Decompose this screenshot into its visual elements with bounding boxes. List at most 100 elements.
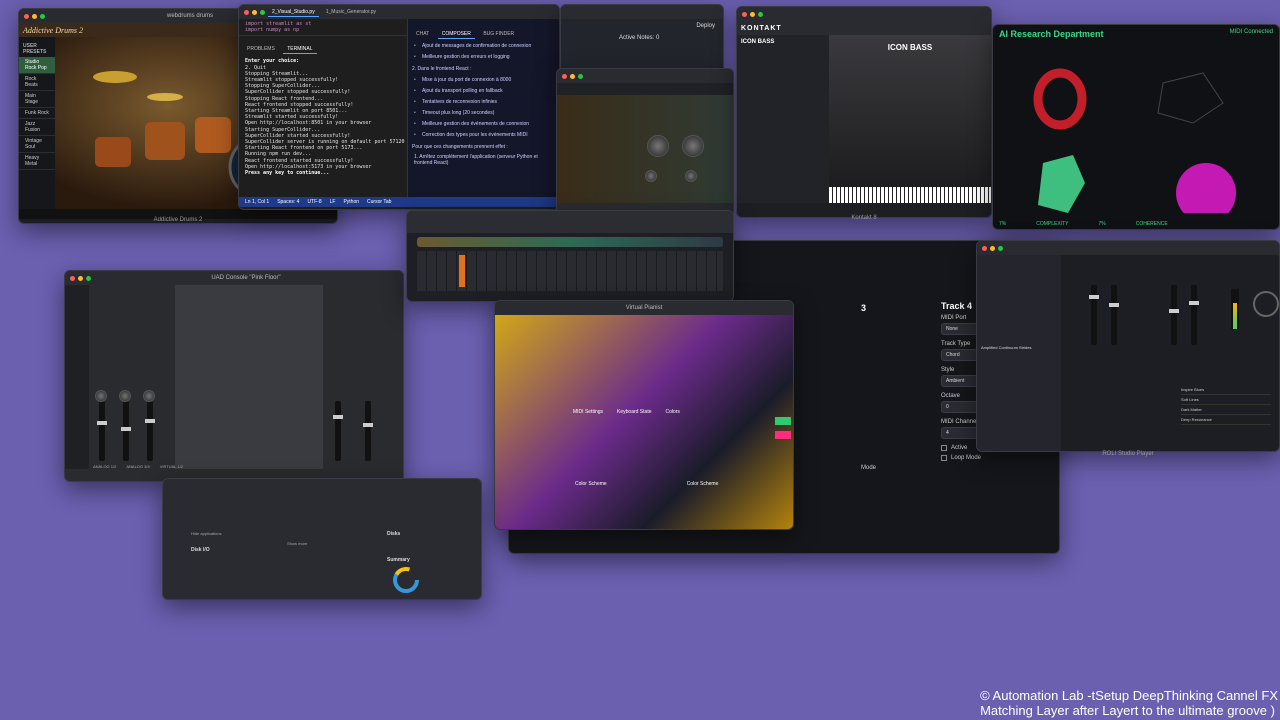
deploy-button[interactable]: Deploy: [561, 19, 723, 33]
tab-complexity[interactable]: COMPLEXITY: [1036, 221, 1068, 227]
code-editor-window[interactable]: 2_Visual_Studio.py 1_Music_Generator.py …: [238, 4, 560, 210]
roli-fader[interactable]: [1089, 285, 1099, 345]
roli-fader[interactable]: [1189, 285, 1199, 345]
roli-browser: Amplified Continuum Strides: [977, 255, 1061, 451]
tab-coherence[interactable]: COHERENCE: [1136, 221, 1168, 227]
close-icon[interactable]: [742, 11, 747, 17]
preset-item[interactable]: Funk Rock: [19, 108, 55, 119]
channel-knob[interactable]: [119, 390, 131, 402]
color-swatch-pink[interactable]: [775, 431, 791, 439]
watermark-line-1: © Automation Lab -tSetup DeepThinking Ca…: [980, 688, 1278, 703]
ambience-knob[interactable]: [682, 135, 704, 157]
tab-terminal[interactable]: TERMINAL: [283, 45, 317, 55]
tone-knob[interactable]: [645, 170, 657, 182]
preset-item[interactable]: Heavy Metal: [19, 153, 55, 170]
channel-label: ANALOG 1/2: [93, 464, 117, 469]
zoom-icon[interactable]: [40, 13, 45, 19]
tab-problems[interactable]: PROBLEMS: [243, 45, 279, 53]
instrument-name: ICON BASS: [887, 43, 933, 52]
hide-apps-link[interactable]: Hide applications: [191, 531, 221, 536]
preset-item[interactable]: Studio Rock Pop: [19, 57, 55, 74]
preset-item[interactable]: Vintage Soul: [19, 136, 55, 153]
checkbox[interactable]: [941, 455, 947, 461]
preset-item[interactable]: Rock Beats: [19, 74, 55, 91]
piano-keyboard[interactable]: [829, 187, 991, 203]
status-item[interactable]: Spaces: 4: [277, 199, 299, 205]
monitor-fader[interactable]: [363, 401, 373, 461]
tab-chat[interactable]: CHAT: [412, 30, 433, 38]
roli-fader[interactable]: [1169, 285, 1179, 345]
editor-main: import streamlit as st import numpy as n…: [239, 19, 407, 197]
roli-preset-item[interactable]: Dark Matter: [1181, 405, 1271, 415]
editor-tabbar: 2_Visual_Studio.py 1_Music_Generator.py: [239, 5, 559, 19]
camera-overlay: [495, 315, 793, 529]
status-item[interactable]: Ln 1, Col 1: [245, 199, 269, 205]
ai-research-window[interactable]: AI Research Department MIDI Connected 7%…: [992, 24, 1280, 230]
effects-panel[interactable]: [557, 95, 733, 203]
roli-fader[interactable]: [1109, 285, 1119, 345]
coherence-pct: 7%: [1098, 221, 1106, 227]
preset-item[interactable]: Main Stage: [19, 91, 55, 108]
active-notes-label: Active Notes: 0: [619, 35, 660, 41]
tab-visual-studio[interactable]: 2_Visual_Studio.py: [268, 8, 319, 17]
show-more-link[interactable]: Show more: [287, 541, 307, 546]
instrument-view[interactable]: ICON BASS: [829, 35, 991, 203]
width-knob[interactable]: [685, 170, 697, 182]
minimize-icon[interactable]: [78, 275, 83, 281]
preset-sidebar: USER PRESETS Studio Rock Pop Rock Beats Ma…: [19, 37, 55, 209]
code-area[interactable]: import streamlit as st import numpy as n…: [239, 19, 407, 36]
preset-item[interactable]: Jazz Fusion: [19, 119, 55, 136]
top-toolbar-window: Deploy Active Notes: 0: [560, 4, 724, 74]
macro-dial[interactable]: [1253, 291, 1279, 317]
uad-console-window[interactable]: UAD Console "Pink Floor" ANALOG 1/2 ANAL…: [64, 270, 404, 482]
status-item[interactable]: UTF-8: [307, 199, 321, 205]
ai-visualization: [1033, 68, 1236, 223]
channel-fader[interactable]: [145, 401, 155, 461]
roli-player-window[interactable]: Amplified Continuum Strides Inspire Blue…: [976, 240, 1280, 452]
kontakt-window[interactable]: KONTAKT ICON BASS ICON BASS: [736, 6, 992, 218]
chat-bullet: Mise à jour du port de connexion à 8000: [408, 75, 559, 86]
zoom-icon[interactable]: [260, 9, 265, 15]
tab-music-generator[interactable]: 1_Music_Generator.py: [322, 8, 380, 16]
effects-plugin-window[interactable]: [556, 68, 734, 218]
keyboard-state-label: Keyboard State: [617, 409, 652, 415]
status-item[interactable]: Cursor Tab: [367, 199, 391, 205]
channel-knob[interactable]: [95, 390, 107, 402]
tab-composer[interactable]: COMPOSER: [437, 30, 475, 39]
library-browser: ICON BASS: [737, 35, 829, 203]
timeline-bar[interactable]: [417, 237, 723, 247]
roli-preset-item[interactable]: Inspire Blues: [1181, 385, 1271, 395]
activity-monitor-window[interactable]: Disk I/O Disks Summary Hide applications…: [162, 478, 482, 600]
zoom-icon[interactable]: [758, 11, 763, 17]
summary-label: Summary: [387, 557, 410, 563]
zoom-icon[interactable]: [86, 275, 91, 281]
sphere-shape: [1176, 163, 1236, 223]
effects-knob[interactable]: [647, 135, 669, 157]
piano-roll[interactable]: [417, 251, 723, 291]
terminal-output[interactable]: Enter your choice: 2. Quit Stopping Stream…: [239, 56, 407, 178]
roli-preset-item[interactable]: Deep Resonance: [1181, 415, 1271, 425]
status-item[interactable]: LF: [330, 199, 336, 205]
ring-shape: [1033, 68, 1087, 130]
minimize-icon[interactable]: [32, 13, 37, 19]
minimize-icon[interactable]: [750, 11, 755, 17]
close-icon[interactable]: [24, 13, 29, 19]
checkbox[interactable]: [941, 445, 947, 451]
close-icon[interactable]: [70, 275, 75, 281]
virtual-pianist-window[interactable]: Virtual Pianist MIDI Settings Keyboard S…: [494, 300, 794, 530]
watermark-line-2: Matching Layer after Layert to the ultim…: [980, 703, 1275, 718]
sequencer-window[interactable]: [406, 210, 734, 302]
note-block[interactable]: [459, 255, 465, 287]
color-swatch-green[interactable]: [775, 417, 791, 425]
close-icon[interactable]: [244, 9, 249, 15]
channel-fader[interactable]: [97, 401, 107, 461]
complexity-pct: 7%: [999, 221, 1007, 227]
channel-fader[interactable]: [121, 401, 131, 461]
status-item[interactable]: Python: [343, 199, 359, 205]
channel-knob[interactable]: [143, 390, 155, 402]
roli-preset-item[interactable]: Soft Lines: [1181, 395, 1271, 405]
minimize-icon[interactable]: [252, 9, 257, 15]
monitor-fader[interactable]: [333, 401, 343, 461]
vp-title: Virtual Pianist: [625, 305, 663, 311]
tab-bug-finder[interactable]: BUG FINDER: [479, 30, 518, 38]
